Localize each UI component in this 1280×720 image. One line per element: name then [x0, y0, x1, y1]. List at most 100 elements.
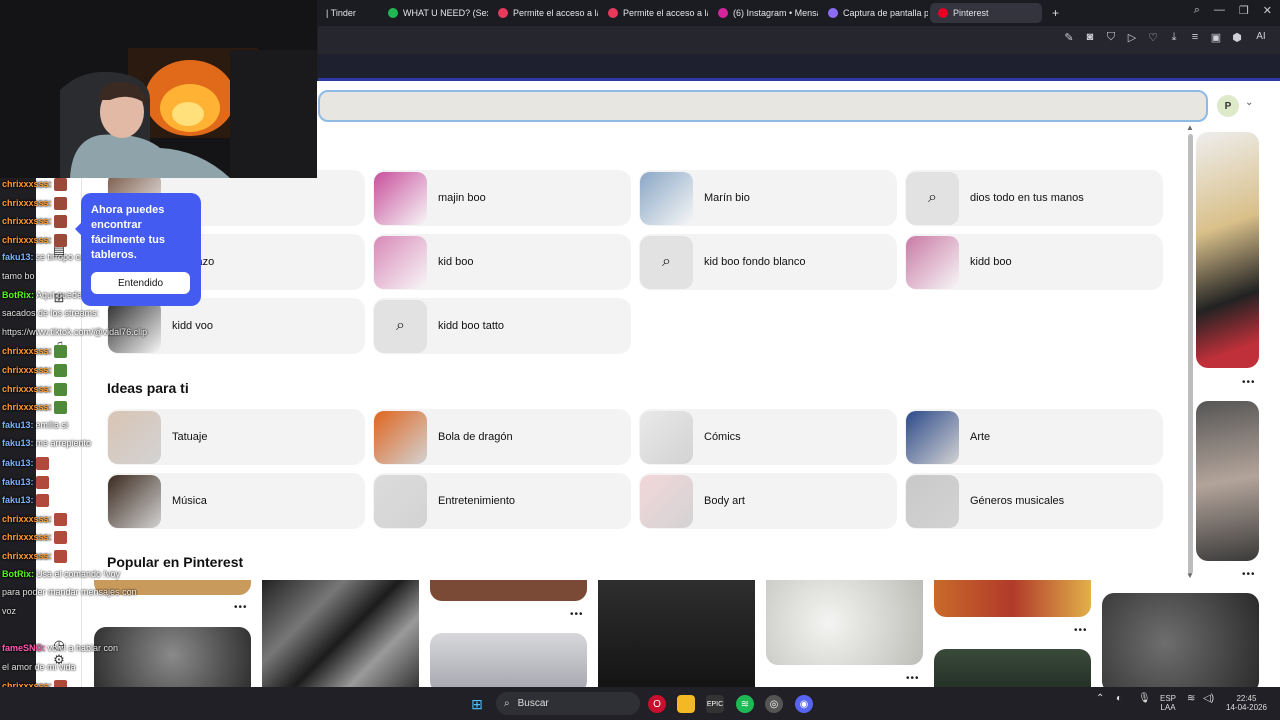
chevron-down-icon[interactable]: ⌄: [1245, 97, 1253, 108]
browser-tab[interactable]: WHAT U NEED? (SexPlayli: [380, 3, 488, 23]
opera-icon[interactable]: O: [648, 695, 666, 713]
app-icon[interactable]: ◎: [765, 695, 783, 713]
clock[interactable]: 22:45 14-04-2026: [1226, 694, 1267, 712]
extensions-icon[interactable]: ⬢: [1231, 31, 1243, 44]
chat-username[interactable]: faku13:: [2, 438, 34, 448]
folder-icon[interactable]: [677, 695, 695, 713]
epic-games-icon[interactable]: EPIC: [706, 695, 724, 713]
idea-item[interactable]: Entretenimiento: [373, 473, 631, 529]
pin-anime[interactable]: [934, 580, 1091, 617]
taskbar-search[interactable]: ⌕ Buscar: [496, 692, 640, 715]
menu-icon[interactable]: ≡: [1189, 31, 1201, 44]
maximize-icon[interactable]: ❐: [1239, 4, 1249, 17]
chat-username[interactable]: chrixxxsss:: [2, 235, 52, 245]
scroll-up-icon[interactable]: ▲: [1186, 123, 1194, 132]
chat-username[interactable]: faku13:: [2, 476, 34, 486]
chat-username[interactable]: chrixxxsss:: [2, 514, 52, 524]
pin-popular-3[interactable]: [430, 580, 587, 601]
recent-search-item[interactable]: ⌕ kid boo fondo blanco: [639, 234, 897, 290]
pin-portrait[interactable]: [1102, 593, 1259, 687]
pin-more-icon[interactable]: •••: [570, 609, 584, 620]
lock-icon[interactable]: ▣: [1210, 31, 1222, 44]
pin-tiger[interactable]: [262, 580, 419, 687]
volume-icon[interactable]: ◁): [1203, 694, 1214, 704]
recent-search-item[interactable]: majin boo: [373, 170, 631, 226]
pin-dog[interactable]: [1196, 132, 1259, 368]
recent-search-item[interactable]: ⌕ dios todo en tus manos: [905, 170, 1163, 226]
idea-item[interactable]: Bola de dragón: [373, 409, 631, 465]
pin-more-icon[interactable]: •••: [1074, 625, 1088, 636]
edit-icon[interactable]: ✎: [1063, 31, 1075, 44]
tab-label: WHAT U NEED? (SexPlayli: [403, 8, 488, 18]
chat-username[interactable]: BotRix:: [2, 569, 34, 579]
chat-username[interactable]: chrixxxsss:: [2, 216, 52, 226]
chat-username[interactable]: faku13:: [2, 458, 34, 468]
recent-search-item[interactable]: kid boo: [373, 234, 631, 290]
chat-username[interactable]: chrixxxsss:: [2, 402, 52, 412]
idea-item[interactable]: Body art: [639, 473, 897, 529]
play-icon[interactable]: ▷: [1126, 31, 1138, 44]
wifi-icon[interactable]: ≋: [1187, 694, 1195, 704]
tray-app-icon[interactable]: ◐: [1116, 694, 1122, 704]
heart-icon[interactable]: ♡: [1147, 31, 1159, 44]
chat-username[interactable]: chrixxxsss:: [2, 532, 52, 542]
browser-tab[interactable]: Permite el acceso a la ubi: [490, 3, 598, 23]
bookmarks-bar: [318, 54, 1280, 78]
chat-username[interactable]: chrixxxsss:: [2, 179, 52, 189]
shield-icon[interactable]: ⛉: [1105, 31, 1117, 44]
chat-username[interactable]: chrixxxsss:: [2, 197, 52, 207]
tooltip-text: Ahora puedes encontrar fácilmente tus ta…: [91, 204, 165, 261]
chat-username[interactable]: BotRix:: [2, 290, 34, 300]
chat-message: chrixxxsss:: [2, 512, 67, 526]
pin-city[interactable]: [430, 633, 587, 687]
chat-username[interactable]: chrixxxsss:: [2, 365, 52, 375]
chat-username[interactable]: chrixxxsss:: [2, 551, 52, 561]
ai-button[interactable]: AI: [1252, 31, 1270, 44]
close-icon[interactable]: ✕: [1263, 4, 1272, 17]
chat-username[interactable]: fameSNO:: [2, 643, 46, 653]
recent-search-item[interactable]: ⌕ kidd boo tatto: [373, 298, 631, 354]
got-it-button[interactable]: Entendido: [91, 272, 190, 294]
tab-favicon-icon: [828, 8, 838, 18]
recent-search-label: kid boo: [438, 256, 474, 268]
pin-more-icon[interactable]: •••: [906, 673, 920, 684]
chat-username[interactable]: faku13:: [2, 420, 34, 430]
pin-sheep[interactable]: [766, 580, 923, 665]
browser-tab[interactable]: (6) Instagram • Mensajes: [710, 3, 818, 23]
recent-search-item[interactable]: kidd boo: [905, 234, 1163, 290]
chat-username[interactable]: chrixxxsss:: [2, 383, 52, 393]
scrollbar-thumb[interactable]: [1188, 134, 1193, 574]
pin-goku[interactable]: [598, 580, 755, 687]
browser-tab[interactable]: Captura de pantalla por L: [820, 3, 928, 23]
pin-smoke[interactable]: [934, 649, 1091, 687]
avatar[interactable]: P: [1217, 95, 1239, 117]
microphone-icon[interactable]: 🎙: [1138, 694, 1151, 704]
chat-username[interactable]: faku13:: [2, 495, 34, 505]
chat-username[interactable]: faku13:: [2, 252, 34, 262]
recent-search-item[interactable]: Marín bio: [639, 170, 897, 226]
pin-more-icon[interactable]: •••: [1242, 377, 1256, 388]
pin-more-icon[interactable]: •••: [1242, 569, 1256, 580]
tray-chevron-icon[interactable]: ⌃: [1096, 694, 1104, 704]
idea-item[interactable]: Cómics: [639, 409, 897, 465]
pin-more-icon[interactable]: •••: [234, 602, 248, 613]
idea-item[interactable]: Géneros musicales: [905, 473, 1163, 529]
windows-start-icon[interactable]: ⊞: [468, 695, 486, 713]
idea-item[interactable]: Arte: [905, 409, 1163, 465]
browser-tab[interactable]: Permite el acceso a la ubi: [600, 3, 708, 23]
spotify-icon[interactable]: ≋: [736, 695, 754, 713]
chat-username[interactable]: chrixxxsss:: [2, 346, 52, 356]
search-tabs-icon[interactable]: ⌕: [1194, 4, 1200, 17]
scroll-down-icon[interactable]: ▼: [1186, 571, 1194, 580]
new-tab-button[interactable]: +: [1044, 3, 1067, 23]
minimize-icon[interactable]: —: [1214, 4, 1225, 17]
browser-tab[interactable]: Pinterest: [930, 3, 1042, 23]
browser-tab[interactable]: | Tinder: [318, 3, 378, 23]
download-icon[interactable]: ⤓: [1168, 31, 1180, 44]
discord-icon[interactable]: ◉: [795, 695, 813, 713]
pin-tattoo-arm[interactable]: [1196, 401, 1259, 561]
recent-search-label: majin boo: [438, 192, 486, 204]
search-input[interactable]: [318, 90, 1208, 122]
language-indicator[interactable]: ESP LAA: [1160, 694, 1176, 712]
camera-icon[interactable]: ◙: [1084, 31, 1096, 44]
